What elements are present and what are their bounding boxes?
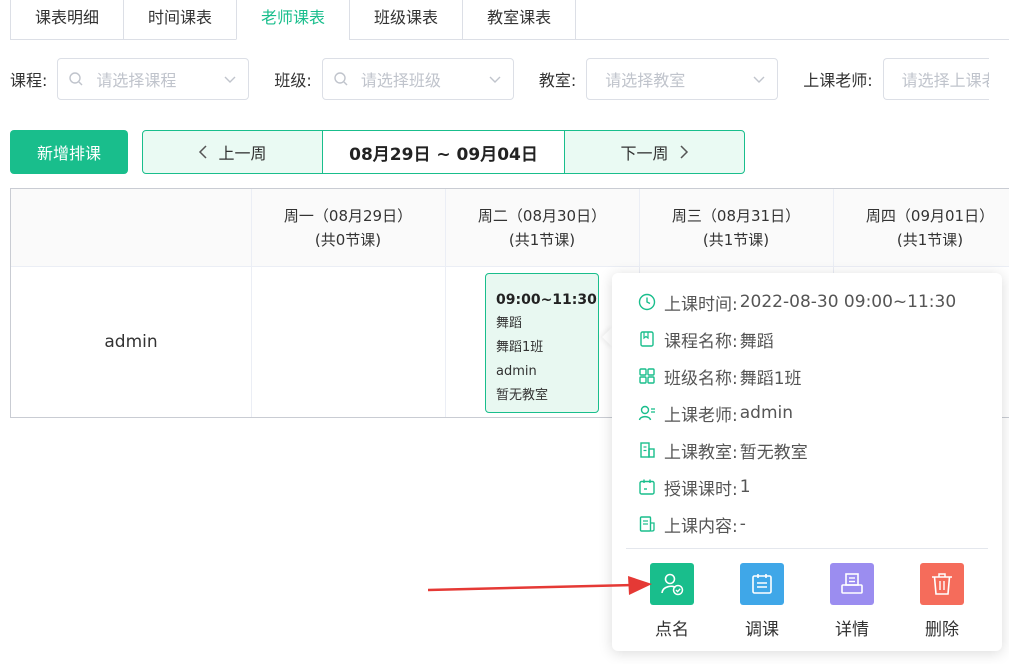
day-label: 周二（08月30日） <box>477 207 607 225</box>
day-header-mon: 周一（08月29日） (共0节课) <box>251 189 445 267</box>
schedule-tabs: 课表明细 时间课表 老师课表 班级课表 教室课表 <box>10 0 1009 40</box>
popover-value: 2022-08-30 09:00~11:30 <box>739 292 957 312</box>
reschedule-action: 调课 <box>740 563 784 640</box>
teacher-select-placeholder: 请选择上课老 <box>901 71 989 90</box>
popover-label: 上课老师: <box>664 405 738 426</box>
lesson-teacher: admin <box>496 364 537 379</box>
day-header-tue: 周二（08月30日） (共1节课) <box>445 189 639 267</box>
tab-time-schedule[interactable]: 时间课表 <box>123 0 238 40</box>
popover-row-course: 课程名称: 舞蹈 <box>638 327 774 352</box>
lesson-room: 暂无教室 <box>496 388 549 403</box>
tab-class-schedule[interactable]: 班级课表 <box>349 0 464 40</box>
room-select-placeholder: 请选择教室 <box>605 71 686 90</box>
detail-icon <box>841 573 863 594</box>
lesson-card-tue[interactable]: 09:00~11:30 舞蹈 舞蹈1班 admin 暂无教室 <box>485 273 599 413</box>
room-filter-label: 教室: <box>538 71 577 90</box>
week-navigator: 上一周 08月29日 ~ 09月04日 下一周 <box>142 130 745 174</box>
prev-week-label: 上一周 <box>218 144 267 163</box>
detail-action: 详情 <box>830 563 874 640</box>
popover-value: 1 <box>739 477 751 497</box>
next-week-button[interactable]: 下一周 <box>565 131 744 173</box>
prev-week-button[interactable]: 上一周 <box>143 131 323 173</box>
day-label: 周四（09月01日） <box>865 207 995 225</box>
teacher-icon <box>638 405 655 421</box>
teacher-filter-label: 上课老师: <box>803 71 873 90</box>
popover-row-teacher: 上课老师: admin <box>638 401 794 426</box>
popover-value: - <box>739 514 746 534</box>
reschedule-label: 调课 <box>745 620 779 640</box>
day-header-thu: 周四（09月01日） (共1节课) <box>833 189 1009 267</box>
detail-label: 详情 <box>835 620 869 640</box>
day-count: (共1节课) <box>508 231 576 249</box>
chevron-down-icon <box>224 76 236 83</box>
popover-label: 上课内容: <box>664 516 738 537</box>
day-count: (共1节课) <box>702 231 770 249</box>
course-filter-label: 课程: <box>10 71 48 90</box>
reschedule-button[interactable] <box>740 563 784 605</box>
lesson-time: 09:00~11:30 <box>496 292 597 308</box>
tab-lesson-detail[interactable]: 课表明细 <box>10 0 125 40</box>
document-icon <box>639 516 655 532</box>
popover-value: 舞蹈1班 <box>739 368 802 389</box>
course-select-placeholder: 请选择课程 <box>96 71 177 90</box>
search-icon <box>69 72 83 86</box>
popover-label: 班级名称: <box>664 368 738 389</box>
roll-call-label: 点名 <box>655 620 689 640</box>
teacher-name-cell: admin <box>104 332 158 352</box>
class-filter-label: 班级: <box>274 71 312 90</box>
day-label: 周一（08月29日） <box>283 207 413 225</box>
popover-row-room: 上课教室: 暂无教室 <box>638 438 808 463</box>
room-select[interactable]: 请选择教室 <box>586 58 779 100</box>
detail-button[interactable] <box>830 563 874 605</box>
roll-call-icon <box>661 573 684 596</box>
reschedule-icon <box>752 574 772 594</box>
add-schedule-button[interactable]: 新增排课 <box>10 130 128 174</box>
lesson-course: 舞蹈 <box>496 316 523 331</box>
next-week-label: 下一周 <box>620 144 669 163</box>
teacher-select[interactable]: 请选择上课老 <box>882 58 989 100</box>
popover-label: 上课时间: <box>664 294 738 315</box>
popover-label: 上课教室: <box>664 442 738 463</box>
chevron-right-icon <box>679 145 688 159</box>
popover-row-hours: 授课课时: 1 <box>638 475 751 500</box>
popover-row-class: 班级名称: 舞蹈1班 <box>638 364 802 389</box>
popover-value: admin <box>739 403 794 423</box>
day-count: (共1节课) <box>896 231 964 249</box>
grid-icon <box>639 368 655 384</box>
class-select[interactable]: 请选择班级 <box>321 58 514 100</box>
tab-room-schedule[interactable]: 教室课表 <box>462 0 577 40</box>
clock-icon <box>638 293 656 311</box>
popover-value: 暂无教室 <box>739 442 808 463</box>
roll-call-action: 点名 <box>650 563 694 640</box>
popover-divider <box>626 548 988 549</box>
popover-value: 舞蹈 <box>739 331 774 352</box>
chevron-left-icon <box>199 145 208 159</box>
day-label: 周三（08月31日） <box>671 207 801 225</box>
week-range: 08月29日 ~ 09月04日 <box>323 131 565 173</box>
course-select[interactable]: 请选择课程 <box>57 58 250 100</box>
lesson-popover: 上课时间: 2022-08-30 09:00~11:30 课程名称: 舞蹈 班级… <box>612 273 1002 651</box>
lesson-class: 舞蹈1班 <box>496 340 544 355</box>
search-icon <box>334 72 348 86</box>
delete-label: 删除 <box>925 620 959 640</box>
day-header-wed: 周三（08月31日） (共1节课) <box>639 189 833 267</box>
popover-row-content: 上课内容: - <box>638 512 746 537</box>
book-icon <box>640 331 654 347</box>
day-count: (共0节课) <box>314 231 382 249</box>
class-select-placeholder: 请选择班级 <box>360 71 441 90</box>
popover-label: 授课课时: <box>664 479 738 500</box>
building-icon <box>640 442 655 458</box>
calendar-icon <box>639 479 655 495</box>
roll-call-button[interactable] <box>650 563 694 605</box>
annotation-arrow-icon <box>428 576 652 595</box>
delete-action: 删除 <box>920 563 964 640</box>
trash-icon <box>932 573 952 595</box>
delete-button[interactable] <box>920 563 964 605</box>
chevron-down-icon <box>489 76 501 83</box>
chevron-down-icon <box>753 76 765 83</box>
popover-label: 课程名称: <box>664 331 738 352</box>
filter-bar: 课程: 请选择课程 班级: 请选择班级 教室: 请选择教室 上课老师: 请选择上… <box>10 58 1009 100</box>
tab-teacher-schedule[interactable]: 老师课表 <box>236 0 351 40</box>
popover-row-time: 上课时间: 2022-08-30 09:00~11:30 <box>638 290 957 315</box>
